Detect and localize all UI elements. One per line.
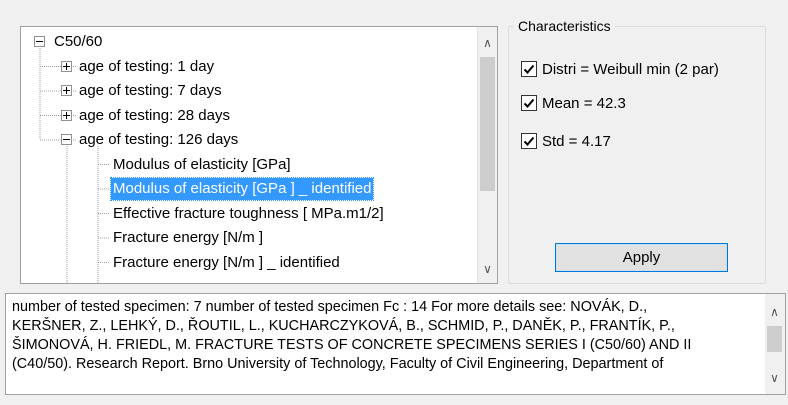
- scroll-up-icon[interactable]: ∧: [765, 302, 784, 322]
- tree-node-label: age of testing: 126 days: [79, 131, 239, 148]
- checkmark-icon: [523, 64, 535, 74]
- tree-leaf-label: Modulus of elasticity [GPa ] _ identifie…: [109, 177, 375, 201]
- checkbox[interactable]: [521, 133, 537, 149]
- expand-icon[interactable]: [61, 85, 72, 96]
- apply-button[interactable]: Apply: [555, 243, 728, 272]
- checkmark-icon: [523, 98, 535, 108]
- characteristics-title: Characteristics: [514, 17, 615, 35]
- scroll-up-icon[interactable]: ∧: [478, 33, 497, 53]
- details-text-box[interactable]: number of tested specimen: 7 number of t…: [5, 293, 786, 395]
- characteristic-option[interactable]: Distri = Weibull min (2 par): [521, 58, 719, 80]
- scrollbar-thumb[interactable]: [480, 57, 495, 191]
- collapse-icon[interactable]: [61, 134, 72, 145]
- scroll-down-icon[interactable]: ∨: [478, 259, 497, 279]
- tree-leaf-label: Fracture energy [N/m ] _ identified: [113, 253, 340, 271]
- characteristic-option[interactable]: Mean = 42.3: [521, 92, 626, 114]
- tree-node-label: age of testing: 28 days: [79, 106, 230, 124]
- expand-icon[interactable]: [61, 60, 72, 72]
- tree-leaf-label: Modulus of elasticity [GPa]: [113, 155, 291, 173]
- details-line: number of tested specimen: 7 number of t…: [12, 299, 648, 315]
- checkmark-icon: [523, 136, 535, 146]
- details-line: (C40/50). Research Report. Brno Universi…: [12, 356, 664, 372]
- tree-node-label: age of testing: 1 day: [79, 57, 215, 75]
- details-text: number of tested specimen: 7 number of t…: [12, 298, 760, 374]
- tree-leaf-label: Fracture energy [N/m ]: [113, 229, 264, 246]
- collapse-icon[interactable]: [34, 36, 45, 47]
- checkbox[interactable]: [521, 95, 537, 111]
- tree-view[interactable]: C50/60 age of testing: 1 day age of testi…: [20, 26, 498, 284]
- details-line: KERŠNER, Z., LEHKÝ, D., ŘOUTIL, L., KUCH…: [12, 318, 675, 334]
- checkbox-label: Std = 4.17: [542, 132, 611, 150]
- scrollbar-thumb[interactable]: [767, 326, 782, 352]
- checkbox-label: Distri = Weibull min (2 par): [542, 60, 719, 78]
- characteristic-option[interactable]: Std = 4.17: [521, 130, 611, 152]
- scroll-down-icon[interactable]: ∨: [765, 368, 784, 388]
- details-scrollbar[interactable]: ∧ ∨: [765, 294, 785, 394]
- expand-icon[interactable]: [61, 109, 72, 121]
- tree-leaf-label: Effective fracture toughness [ MPa.m1/2]: [113, 204, 384, 222]
- tree-scrollbar[interactable]: ∧ ∨: [477, 27, 497, 283]
- tree-node-label: age of testing: 7 days: [79, 82, 222, 99]
- details-line: ŠIMONOVÁ, H. FRIEDL, M. FRACTURE TESTS O…: [12, 337, 692, 353]
- checkbox[interactable]: [521, 61, 537, 77]
- tree-node-label: C50/60: [54, 33, 103, 50]
- checkbox-label: Mean = 42.3: [542, 94, 626, 112]
